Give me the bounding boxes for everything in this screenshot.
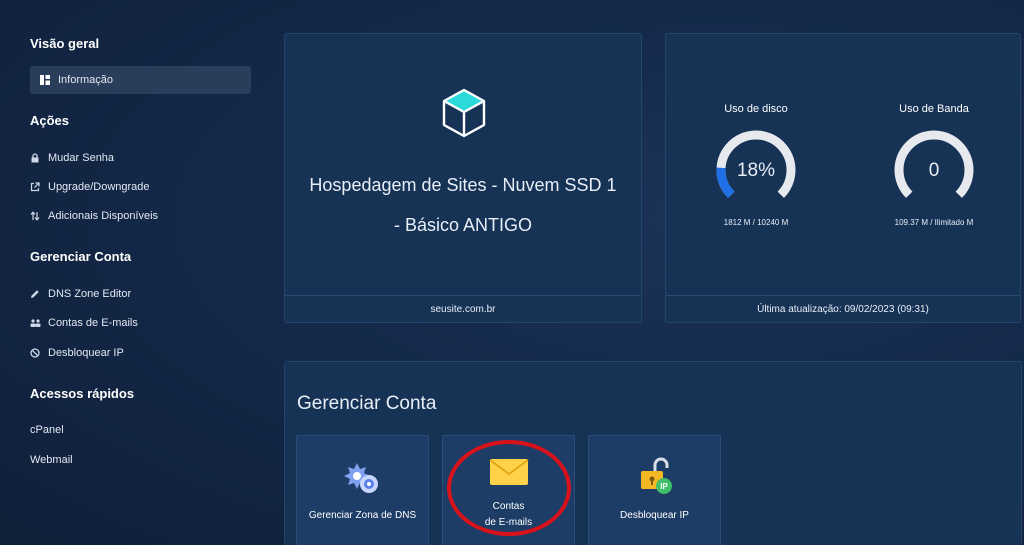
plan-domain: seusite.com.br — [285, 295, 641, 322]
band-usage-value: 0 — [928, 160, 940, 181]
sidebar-item-informacao[interactable]: Informação — [30, 66, 251, 94]
band-usage-label: Uso de Banda — [899, 103, 969, 115]
ip-unlock-icon: IP — [635, 456, 675, 501]
sidebar-item-label: Adicionais Disponíveis — [48, 210, 159, 222]
sidebar-item-label: DNS Zone Editor — [48, 288, 132, 300]
external-link-icon — [30, 182, 48, 192]
sidebar-item-upgrade[interactable]: Upgrade/Downgrade — [30, 173, 251, 201]
sidebar-item-label: Upgrade/Downgrade — [48, 181, 150, 193]
manage-panel-title: Gerenciar Conta — [297, 393, 437, 414]
plan-title-line2: - Básico ANTIGO — [393, 215, 533, 235]
sidebar-item-label: Desbloquear IP — [48, 347, 124, 359]
sidebar-item-dns-zone[interactable]: DNS Zone Editor — [30, 280, 251, 308]
sidebar-item-label: Mudar Senha — [48, 152, 115, 164]
plan-card: Hospedagem de Sites - Nuvem SSD 1 - Bási… — [284, 33, 642, 323]
quick-access-title: Acessos rápidos — [30, 386, 135, 401]
manage-title: Gerenciar Conta — [30, 249, 132, 264]
disk-usage-detail: 1812 M / 10240 M — [723, 218, 789, 227]
actions-title: Ações — [30, 113, 70, 128]
cube-icon — [440, 87, 488, 144]
usage-card: Uso de disco 18% 1812 M / 10240 M Uso de… — [665, 33, 1021, 323]
tile-label: Desbloquear IP — [620, 510, 689, 521]
disk-usage-value: 18% — [736, 160, 776, 181]
tile-gerenciar-dns[interactable]: Gerenciar Zona de DNS — [296, 435, 429, 545]
sidebar-item-desbloquear-ip[interactable]: Desbloquear IP — [30, 339, 251, 367]
tile-desbloquear-ip[interactable]: IP Desbloquear IP — [588, 435, 721, 545]
sidebar-item-label: Contas de E-mails — [48, 317, 138, 329]
quick-link-cpanel[interactable]: cPanel — [30, 424, 64, 436]
sidebar: Visão geral Informação Ações Mudar Senha… — [0, 0, 270, 545]
swap-icon — [30, 211, 48, 221]
manage-panel: Gerenciar Conta Gerenciar Zona de DNS Co… — [284, 361, 1022, 545]
plan-title-line1: Hospedagem de Sites - Nuvem SSD 1 — [309, 175, 617, 195]
ban-icon — [30, 348, 48, 358]
users-icon — [30, 318, 48, 328]
pencil-icon — [30, 289, 48, 299]
sidebar-item-mudar-senha[interactable]: Mudar Senha — [30, 144, 251, 172]
lock-icon — [30, 153, 48, 163]
disk-usage-label: Uso de disco — [724, 103, 788, 115]
last-update: Última atualização: 09/02/2023 (09:31) — [666, 295, 1020, 322]
sidebar-item-contas-email[interactable]: Contas de E-mails — [30, 309, 251, 337]
dashboard-icon — [40, 75, 58, 85]
band-usage-detail: 109.37 M / Ilimitado M — [894, 218, 974, 227]
quick-link-webmail[interactable]: Webmail — [30, 454, 73, 466]
overview-title: Visão geral — [30, 36, 100, 51]
highlight-ring — [447, 440, 571, 536]
dns-gear-icon — [343, 459, 383, 502]
tile-label: Gerenciar Zona de DNS — [308, 510, 417, 521]
svg-text:IP: IP — [660, 482, 668, 491]
sidebar-item-label: Informação — [58, 74, 114, 86]
sidebar-item-adicionais[interactable]: Adicionais Disponíveis — [30, 202, 251, 230]
